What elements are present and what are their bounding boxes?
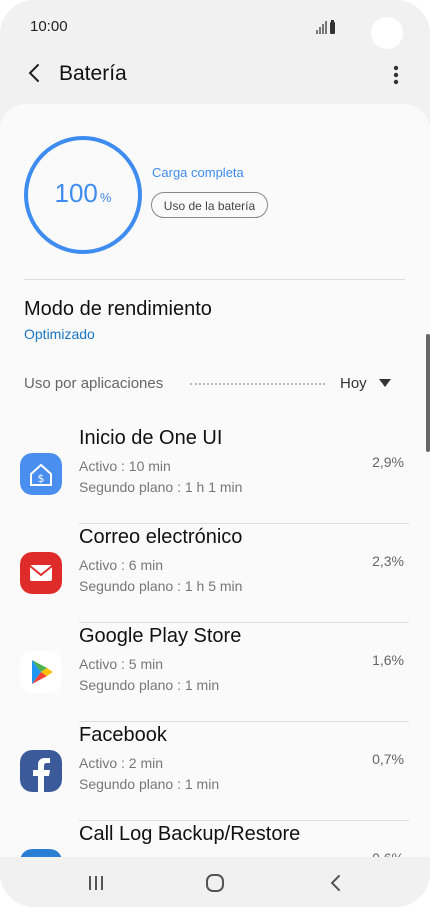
app-name: Correo electrónico: [79, 526, 243, 548]
camera-cutout: [371, 17, 403, 49]
app-row[interactable]: Google Play Store Activo : 5 min Segundo…: [0, 623, 430, 722]
divider: [24, 279, 405, 280]
svg-text:$: $: [38, 472, 45, 485]
app-active-time: Activo : 2 min: [79, 755, 164, 771]
app-background-time: Segundo plano : 1 min: [79, 776, 220, 792]
usage-header: Uso por aplicaciones: [24, 375, 164, 392]
app-row[interactable]: $ Inicio de One UI Activo : 10 min Segun…: [0, 425, 430, 524]
page-title: Batería: [59, 62, 127, 85]
more-options-icon[interactable]: [384, 62, 408, 88]
back-nav-icon[interactable]: [327, 873, 345, 893]
app-background-time: Segundo plano : 1 h 5 min: [79, 578, 243, 594]
app-row[interactable]: Correo electrónico Activo : 6 min Segund…: [0, 524, 430, 623]
app-background-time: Segundo plano : 1 h 1 min: [79, 479, 243, 495]
app-percent: 2,9%: [372, 454, 404, 470]
scrollbar[interactable]: [426, 334, 430, 452]
app-active-time: Activo : 10 min: [79, 458, 171, 474]
period-selector[interactable]: Hoy: [340, 375, 367, 392]
status-bar: 10:00: [0, 0, 430, 50]
battery-unit: %: [99, 190, 112, 205]
status-time: 10:00: [30, 18, 68, 35]
navigation-bar: [0, 857, 430, 907]
play-store-icon: [20, 651, 62, 693]
facebook-icon: [20, 750, 62, 792]
app-percent: 2,3%: [372, 553, 404, 569]
battery-level: 100: [54, 178, 98, 208]
app-active-time: Activo : 6 min: [79, 557, 164, 573]
back-arrow-icon[interactable]: [22, 60, 48, 86]
charge-status: Carga completa: [152, 165, 244, 180]
battery-card: 100% Carga completa Uso de la batería Mo…: [0, 104, 430, 864]
dropdown-caret-icon[interactable]: [379, 379, 391, 387]
battery-level-ring: 100%: [24, 136, 142, 254]
one-ui-home-icon: $: [20, 453, 62, 495]
dotted-divider: [190, 383, 325, 385]
email-icon: [20, 552, 62, 594]
app-name: Call Log Backup/Restore: [79, 823, 301, 845]
app-name: Inicio de One UI: [79, 427, 223, 449]
app-name: Facebook: [79, 724, 167, 746]
app-row[interactable]: Facebook Activo : 2 min Segundo plano : …: [0, 722, 430, 821]
app-percent: 0,7%: [372, 751, 404, 767]
performance-mode-title[interactable]: Modo de rendimiento: [24, 298, 212, 321]
recent-apps-icon[interactable]: [86, 874, 106, 892]
phone-screen: 10:00 Batería 100% Carga completa Uso de…: [0, 0, 430, 907]
home-icon[interactable]: [205, 873, 225, 893]
app-percent: 1,6%: [372, 652, 404, 668]
app-name: Google Play Store: [79, 625, 242, 647]
app-active-time: Activo : 5 min: [79, 656, 164, 672]
app-background-time: Segundo plano : 1 min: [79, 677, 220, 693]
app-bar: Batería: [0, 52, 430, 98]
battery-usage-button[interactable]: Uso de la batería: [151, 192, 268, 218]
performance-mode-value: Optimizado: [24, 326, 95, 342]
signal-battery-icon: [316, 20, 335, 34]
